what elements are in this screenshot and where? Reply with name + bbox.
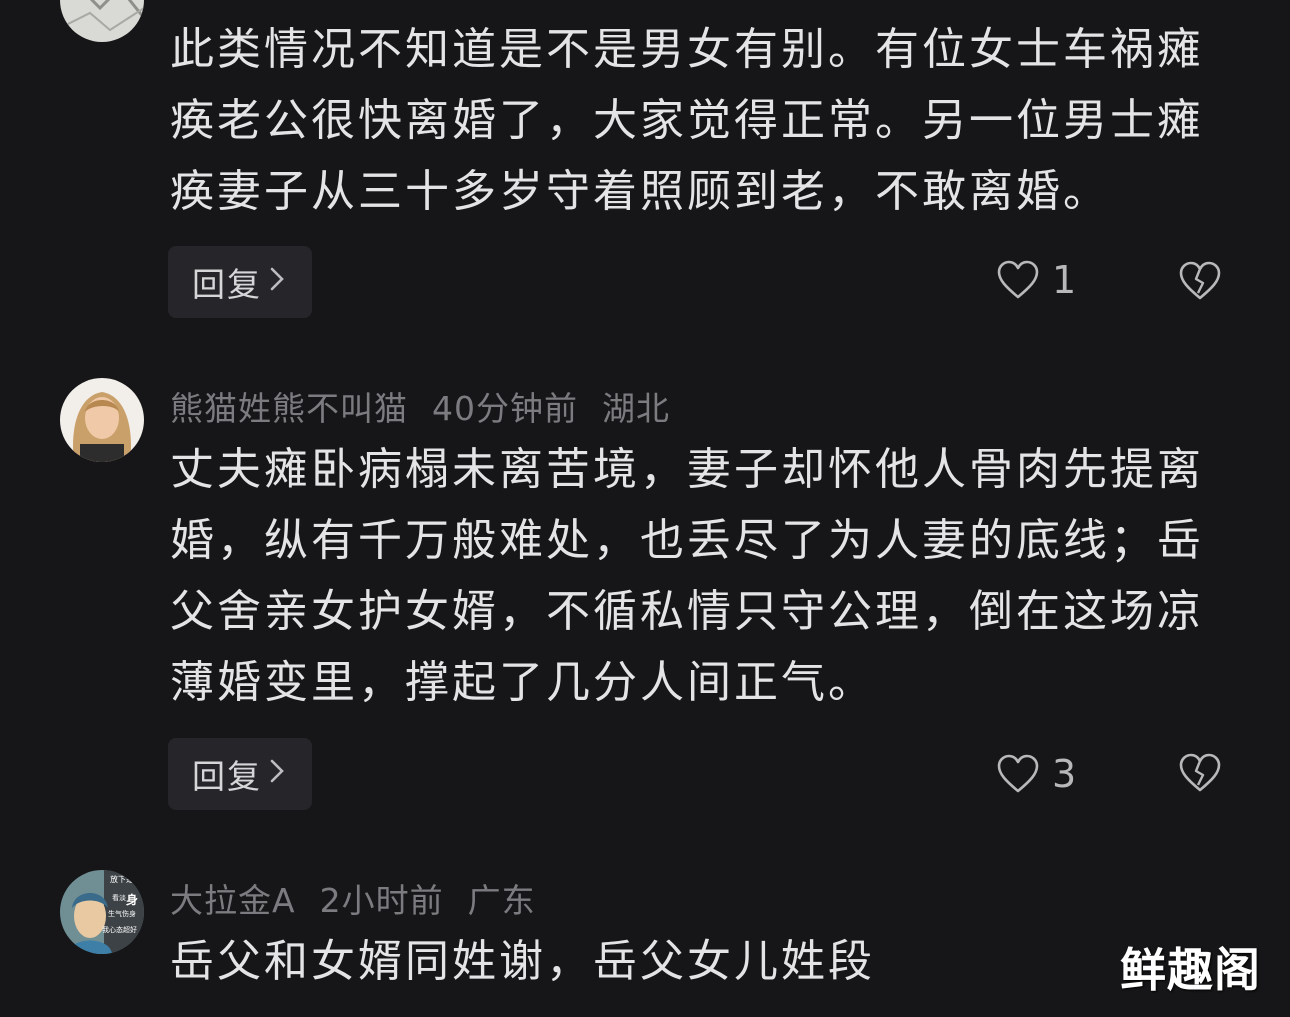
chevron-right-icon [268,265,286,300]
comment-meta: 大拉金A 2小时前 广东 [170,874,560,922]
comment-text: 岳父和女婿同姓谢，岳父女儿姓段 [170,926,1230,997]
username[interactable]: 大拉金A [170,881,296,920]
avatar[interactable]: 放下是 看淡 身 生气伤身 我心态超好 [60,870,144,954]
comment-line: 薄婚变里，撑起了几分人间正气。 [170,657,875,708]
dislike-button[interactable] [1178,260,1222,306]
avatar-text: 我心态超好 [102,925,137,934]
avatar-text: 放下是 [110,874,134,884]
region: 湖北 [602,389,670,428]
like-button[interactable]: 1 [996,258,1076,302]
timestamp: 40分钟前 [432,389,578,428]
reply-label: 回复 [192,265,262,304]
comment-line: 痪妻子从三十多岁守着照顾到老，不敢离婚。 [170,166,1110,217]
comment-line: 婚，纵有千万般难处，也丢尽了为人妻的底线；岳 [170,515,1204,566]
heart-icon [997,754,1039,793]
avatar[interactable] [60,378,144,462]
avatar[interactable] [60,0,144,42]
like-count: 3 [1052,752,1077,796]
like-button[interactable]: 3 [996,752,1076,796]
comment-line: 父舍亲女护女婿，不循私情只守公理，倒在这场凉 [170,586,1204,637]
dislike-button[interactable] [1178,752,1222,798]
avatar-text: 生气伤身 [108,909,136,918]
comment-line: 丈夫瘫卧病榻未离苦境，妻子却怀他人骨肉先提离 [170,444,1204,495]
avatar-text: 身 [126,892,138,907]
broken-heart-icon [1179,753,1221,792]
comment-line: 岳父和女婿同姓谢，岳父女儿姓段 [170,936,875,987]
comment-text: 丈夫瘫卧病榻未离苦境，妻子却怀他人骨肉先提离 婚，纵有千万般难处，也丢尽了为人妻… [170,434,1230,718]
comment-text: 此类情况不知道是不是男女有别。有位女士车祸瘫 痪老公很快离婚了，大家觉得正常。另… [170,14,1230,227]
reply-label: 回复 [192,757,262,796]
reply-button[interactable]: 回复 [168,738,312,810]
like-count: 1 [1052,258,1077,302]
heart-icon [997,260,1039,299]
watermark: 鲜趣阁 [1120,943,1261,997]
comment-line: 此类情况不知道是不是男女有别。有位女士车祸瘫 [170,24,1204,75]
reply-button[interactable]: 回复 [168,246,312,318]
username[interactable]: 熊猫姓熊不叫猫 [170,389,408,428]
broken-heart-icon [1179,261,1221,300]
region: 广东 [467,881,536,920]
avatar-text: 看淡 [112,894,126,902]
comment-meta: 熊猫姓熊不叫猫 40分钟前 湖北 [170,382,694,430]
chevron-right-icon [268,757,286,792]
comment-line: 痪老公很快离婚了，大家觉得正常。另一位男士瘫 [170,95,1204,146]
timestamp: 2小时前 [319,881,444,920]
